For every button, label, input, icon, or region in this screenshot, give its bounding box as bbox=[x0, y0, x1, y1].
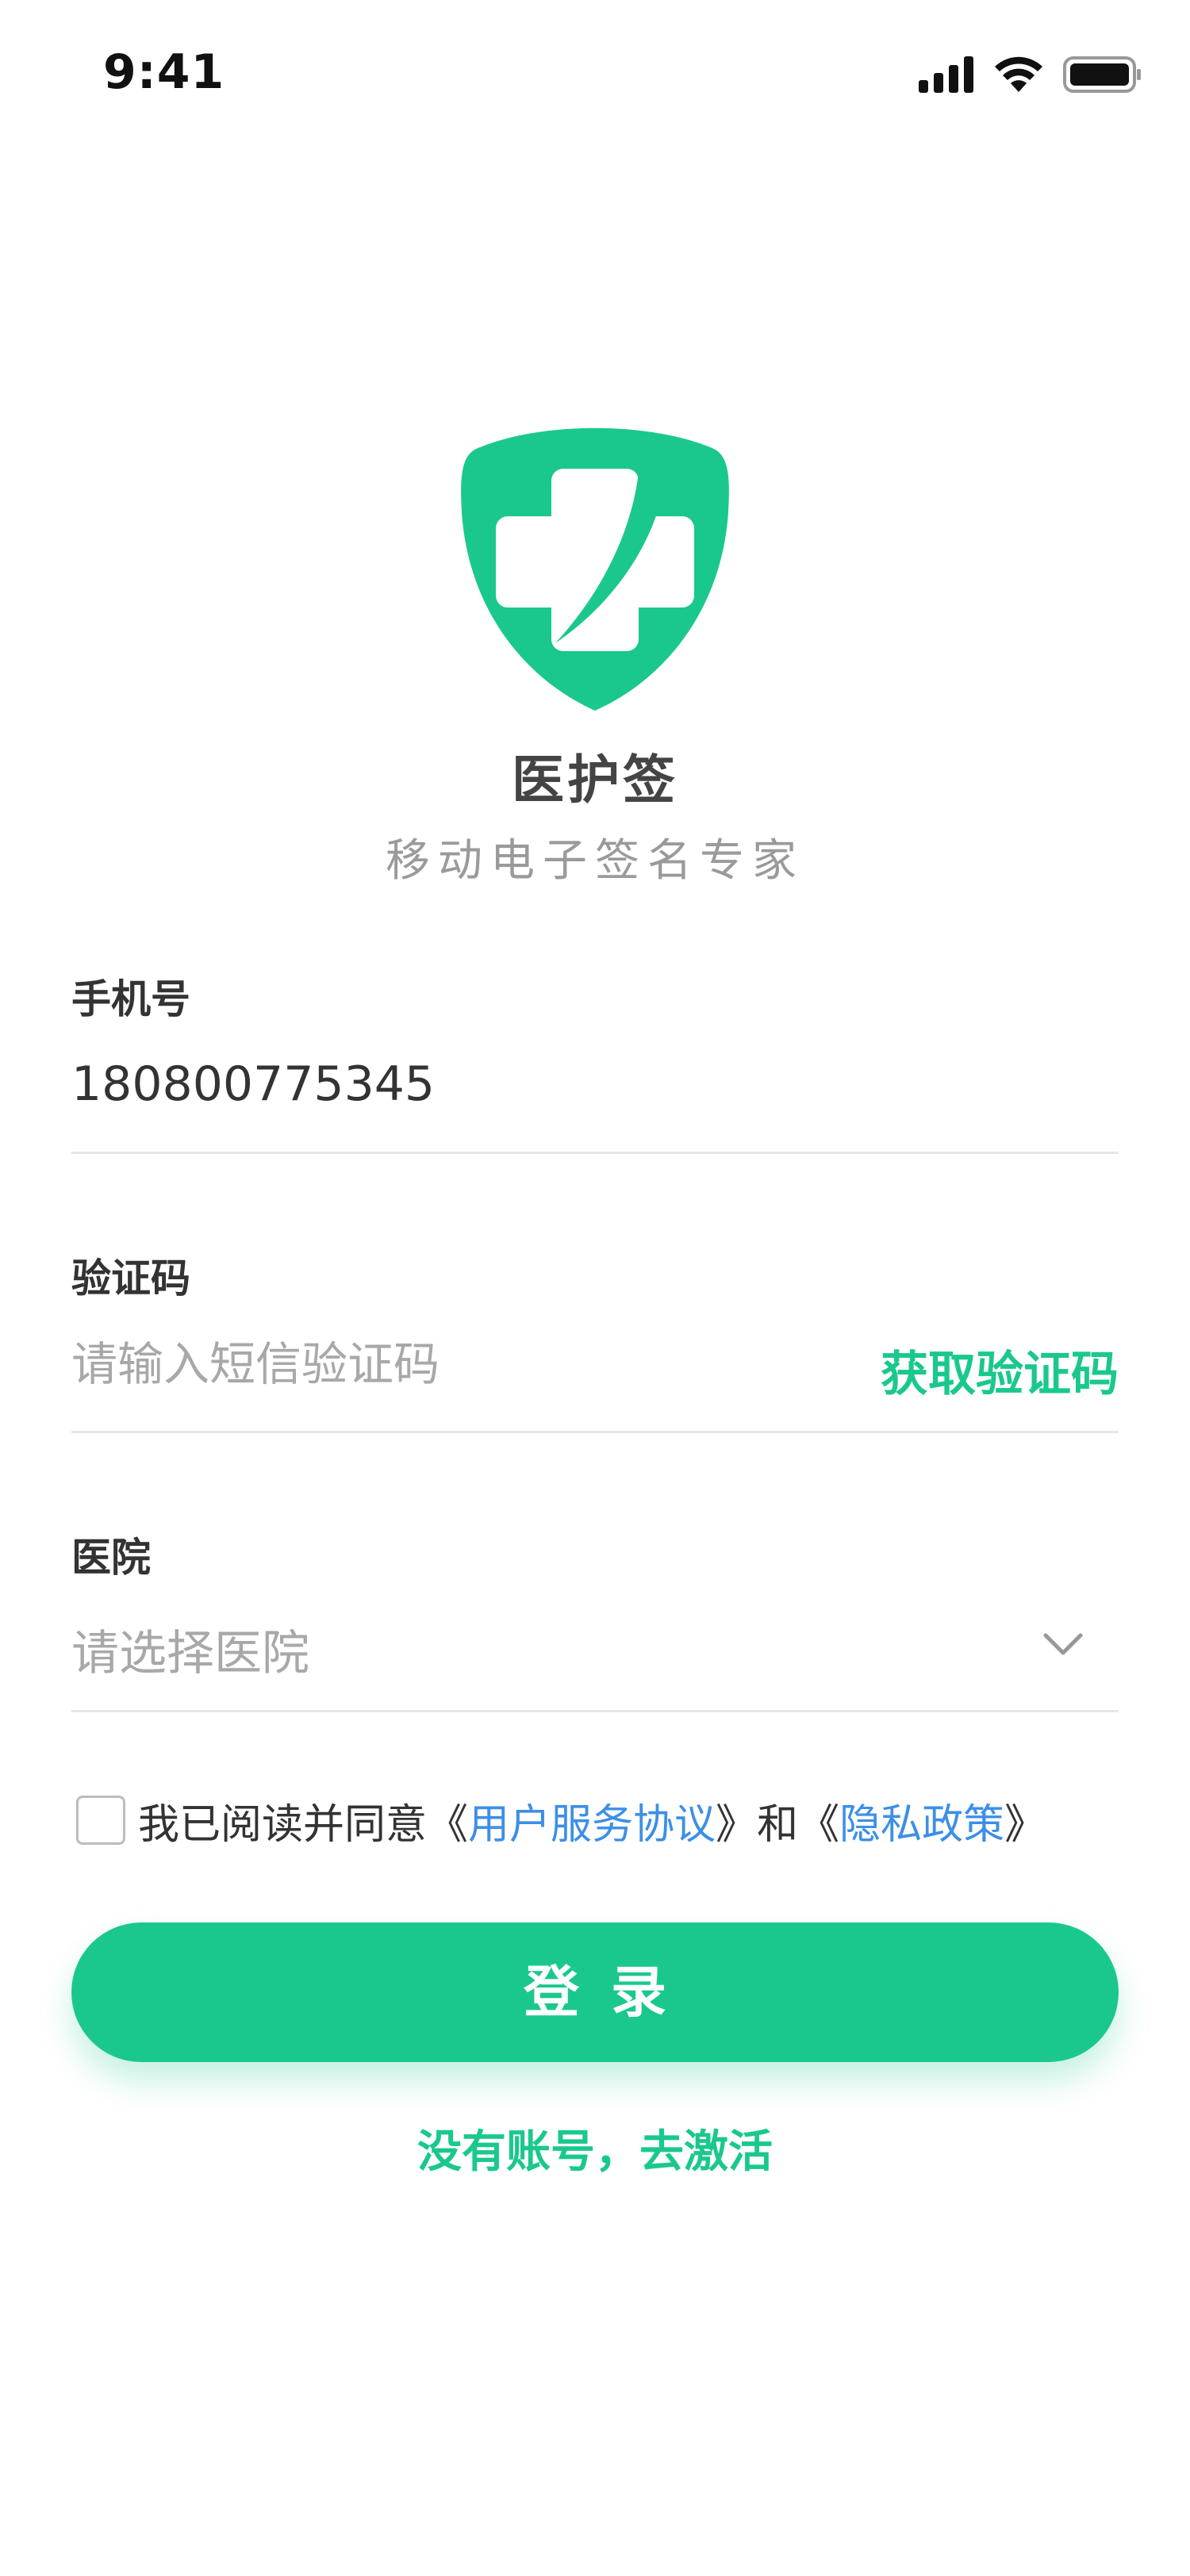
chevron-down-icon[interactable] bbox=[1039, 1621, 1087, 1669]
wifi-icon bbox=[995, 56, 1042, 92]
agreement-prefix: 我已阅读并同意 bbox=[138, 1800, 428, 1849]
phone-underline bbox=[71, 1152, 1119, 1154]
code-underline bbox=[71, 1431, 1119, 1433]
get-code-button[interactable]: 获取验证码 bbox=[881, 1336, 1119, 1405]
code-input[interactable] bbox=[71, 1332, 865, 1396]
login-button[interactable]: 登录 bbox=[71, 1922, 1119, 2062]
code-label: 验证码 bbox=[71, 1255, 190, 1301]
phone-input[interactable]: 180800775345 bbox=[71, 1056, 435, 1112]
cellular-signal-icon bbox=[919, 56, 973, 93]
app-slogan: 移动电子签名专家 bbox=[386, 835, 804, 887]
phone-label: 手机号 bbox=[71, 976, 190, 1022]
hospital-select[interactable]: 医院 请选择医院 bbox=[71, 1526, 1119, 1724]
agreement-checkbox[interactable] bbox=[76, 1796, 125, 1845]
privacy-policy-link[interactable]: 隐私政策 bbox=[839, 1791, 1004, 1850]
agreement-and: 和 bbox=[757, 1800, 799, 1849]
activate-account-link[interactable]: 没有账号，去激活 bbox=[0, 2116, 1190, 2180]
hospital-select-placeholder[interactable]: 请选择医院 bbox=[71, 1615, 309, 1684]
status-time: 9:41 bbox=[103, 44, 225, 100]
agreement-close-quote: 》 bbox=[716, 1800, 758, 1849]
status-bar: 9:41 bbox=[0, 0, 1190, 151]
app-name: 医护签 bbox=[512, 749, 678, 811]
app-logo-icon bbox=[461, 427, 729, 711]
hospital-label: 医院 bbox=[71, 1535, 151, 1581]
hospital-underline bbox=[71, 1710, 1119, 1712]
battery-icon bbox=[1063, 56, 1141, 93]
user-agreement-link[interactable]: 用户服务协议 bbox=[468, 1791, 716, 1850]
agreement-open-quote: 《 bbox=[427, 1800, 469, 1849]
status-icons bbox=[919, 52, 1142, 97]
agreement-row: 我已阅读并同意 《 用户服务协议 》 和 《 隐私政策 》 bbox=[76, 1784, 1123, 1856]
code-field: 验证码 获取验证码 bbox=[71, 1247, 1119, 1445]
privacy-close-quote: 》 bbox=[1004, 1800, 1046, 1849]
privacy-open-quote: 《 bbox=[798, 1800, 840, 1849]
phone-field: 手机号 180800775345 bbox=[71, 968, 1119, 1166]
